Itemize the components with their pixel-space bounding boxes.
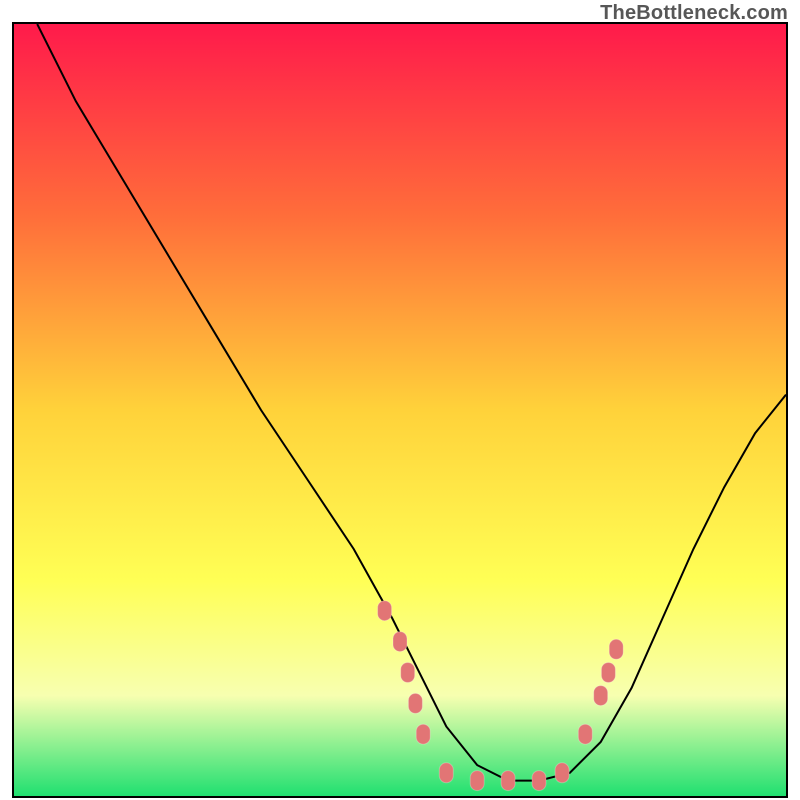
curve-marker <box>532 771 546 791</box>
curve-marker <box>578 724 592 744</box>
curve-marker <box>401 663 415 683</box>
curve-marker <box>594 686 608 706</box>
curve-marker <box>555 763 569 783</box>
curve-marker <box>378 601 392 621</box>
curve-marker <box>416 724 430 744</box>
chart-background <box>14 24 786 796</box>
chart-frame <box>12 22 788 798</box>
curve-marker <box>470 771 484 791</box>
curve-marker <box>601 663 615 683</box>
bottleneck-chart <box>14 24 786 796</box>
curve-marker <box>439 763 453 783</box>
curve-marker <box>501 771 515 791</box>
curve-marker <box>393 632 407 652</box>
curve-marker <box>408 693 422 713</box>
curve-marker <box>609 639 623 659</box>
